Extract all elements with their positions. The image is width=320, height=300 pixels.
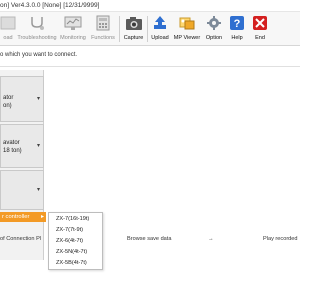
upload-icon [154, 16, 166, 29]
title-bar: on] Ver4.3.0.0 [None] [12/31/9999] [0, 0, 300, 12]
camera-icon [125, 17, 142, 30]
functions-label: Functions [91, 35, 115, 41]
download-icon [0, 16, 16, 30]
download-label: oad [3, 35, 13, 41]
selected-controller-item[interactable]: r controller ▸ [0, 212, 46, 222]
mp-viewer-button[interactable]: MP Viewer [172, 13, 202, 45]
toolbar-separator [147, 16, 148, 42]
bottom-action-bar: of Connection Pl Browse save data → Play… [0, 234, 300, 244]
download-button[interactable]: oad [0, 13, 16, 45]
machine-card-title: avator [3, 140, 20, 146]
troubleshooting-label: Troubleshooting [17, 35, 57, 41]
svg-text:?: ? [234, 18, 241, 30]
monitor-icon [64, 16, 82, 30]
arrow-right-icon: → [208, 236, 214, 242]
functions-button[interactable]: Functions [89, 13, 117, 45]
machine-card[interactable]: ▾ [0, 170, 44, 210]
help-label: Help [231, 35, 243, 41]
divider [0, 66, 300, 67]
help-button[interactable]: ? Help [226, 13, 248, 45]
monitoring-label: Monitoring [60, 35, 86, 41]
help-icon: ? [230, 16, 244, 30]
toolbar: oad Troubleshooting Monitoring Functions [0, 12, 300, 46]
troubleshooting-button[interactable]: Troubleshooting [17, 13, 57, 45]
selected-controller-label: r controller [2, 214, 30, 220]
toolbar-separator [119, 16, 120, 42]
end-button[interactable]: End [249, 13, 271, 45]
option-label: Option [205, 35, 223, 41]
machine-card-subtitle: 18 ton) [3, 148, 22, 154]
chevron-right-icon: ▸ [40, 214, 44, 220]
submenu-item-zx7-7t[interactable]: ZX-7(7t-9t) [56, 226, 83, 234]
browse-save-data-link[interactable]: Browse save data [127, 234, 171, 244]
machine-card-subtitle: on) [3, 103, 12, 109]
submenu-item-zx7-16t[interactable]: ZX-7(16t-19t) [56, 215, 89, 223]
window-title: on] Ver4.3.0.0 [None] [12/31/9999] [0, 2, 100, 9]
chevron-down-icon: ▾ [37, 187, 41, 193]
upload-label: Upload [151, 35, 169, 41]
calculator-icon [96, 15, 110, 31]
capture-button[interactable]: Capture [121, 13, 146, 45]
stethoscope-icon [31, 17, 44, 30]
mp-viewer-label: MP Viewer [173, 35, 201, 41]
submenu-item-zx6[interactable]: ZX-6(4t-7t) [56, 237, 83, 245]
capture-label: Capture [123, 35, 144, 41]
play-recorded-link[interactable]: Play recorded [263, 234, 298, 244]
instruction-text: o which you want to connect. [0, 52, 78, 58]
model-submenu: ZX-7(16t-19t) ZX-7(7t-9t) ZX-6(4t-7t) ZX… [48, 212, 103, 270]
upload-button[interactable]: Upload [149, 13, 171, 45]
submenu-item-zx5b[interactable]: ZX-5B(4t-7t) [56, 259, 87, 267]
submenu-item-zx5n[interactable]: ZX-5N(4t-7t) [56, 248, 87, 256]
end-label: End [255, 35, 265, 41]
machine-card[interactable]: avator 18 ton) ▾ [0, 124, 44, 168]
monitoring-button[interactable]: Monitoring [58, 13, 88, 45]
option-button[interactable]: Option [203, 13, 225, 45]
connection-label[interactable]: of Connection Pl [0, 234, 41, 244]
gear-icon [207, 16, 221, 30]
machine-card[interactable]: ator on) ▾ [0, 76, 44, 122]
mp-viewer-icon [179, 17, 195, 30]
chevron-down-icon: ▾ [37, 143, 41, 149]
end-icon [253, 16, 267, 30]
machine-card-title: ator [3, 95, 14, 101]
chevron-down-icon: ▾ [37, 96, 41, 102]
